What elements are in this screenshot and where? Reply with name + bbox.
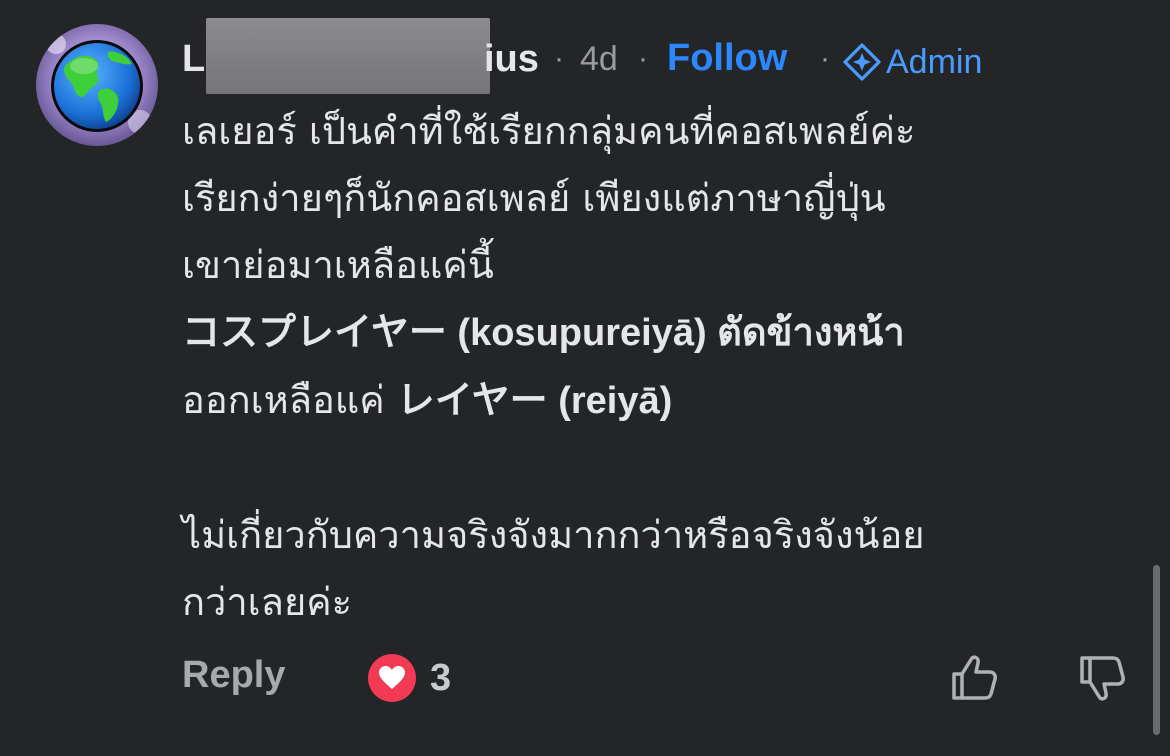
scrollbar[interactable]	[1153, 565, 1160, 735]
separator-dot: ·	[638, 42, 648, 75]
heart-icon	[379, 666, 405, 689]
separator-dot: ·	[820, 42, 830, 75]
comment-line: เขาย่อมาเหลือแค่นี้	[182, 243, 494, 287]
comment-line: ออกเหลือแค่ レイヤー (reiyā)	[182, 367, 1142, 435]
admin-diamond-icon	[843, 43, 881, 81]
reaction-summary[interactable]: 3	[368, 652, 451, 704]
admin-badge[interactable]: Admin	[842, 42, 982, 82]
comment-line: กว่าเลยค่ะ	[182, 580, 353, 624]
globe-avatar-icon	[36, 24, 158, 146]
reaction-count: 3	[430, 656, 452, 699]
author-name[interactable]: L	[182, 38, 206, 81]
japanese-term: コスプレイヤー	[182, 312, 447, 354]
downvote-button[interactable]	[1076, 652, 1128, 708]
comment-line: コスプレイヤー (kosupureiyā) ตัดข้างหน้า	[182, 299, 1142, 367]
reply-button[interactable]: Reply	[182, 654, 285, 697]
romanization: (reiyā)	[547, 380, 673, 422]
comment-body: เลเยอร์ เป็นคำที่ใช้เรียกกลุ่มคนที่คอสเพ…	[182, 98, 1142, 636]
japanese-term: レイヤー	[396, 380, 548, 422]
comment-line: ไม่เกี่ยวกับความจริงจังมากกว่าหรือจริงจั…	[182, 513, 925, 557]
separator-dot: ·	[554, 42, 564, 75]
comment-header: L ius · 4d · Follow · Admin	[182, 18, 1082, 94]
thumbs-up-icon	[952, 655, 997, 700]
upvote-button[interactable]	[948, 652, 1000, 708]
follow-button[interactable]: Follow	[667, 37, 787, 80]
comment-actions: Reply 3	[182, 652, 1142, 704]
comment-line: เรียกง่ายๆก็นักคอสเพลย์ เพียงแต่ภาษาญี่ป…	[182, 176, 886, 220]
comment-text: ออกเหลือแค่	[182, 378, 397, 422]
thumbs-down-icon	[1080, 656, 1125, 701]
redaction-box	[206, 18, 490, 94]
timestamp[interactable]: 4d	[580, 40, 618, 79]
romanization: (kosupureiyā) ตัดข้างหน้า	[446, 312, 905, 354]
comment-line: เลเยอร์ เป็นคำที่ใช้เรียกกลุ่มคนที่คอสเพ…	[182, 109, 916, 153]
author-name-tail[interactable]: ius	[484, 38, 539, 81]
heart-reaction-icon	[368, 654, 416, 702]
avatar[interactable]	[36, 24, 158, 146]
admin-label: Admin	[886, 42, 983, 81]
